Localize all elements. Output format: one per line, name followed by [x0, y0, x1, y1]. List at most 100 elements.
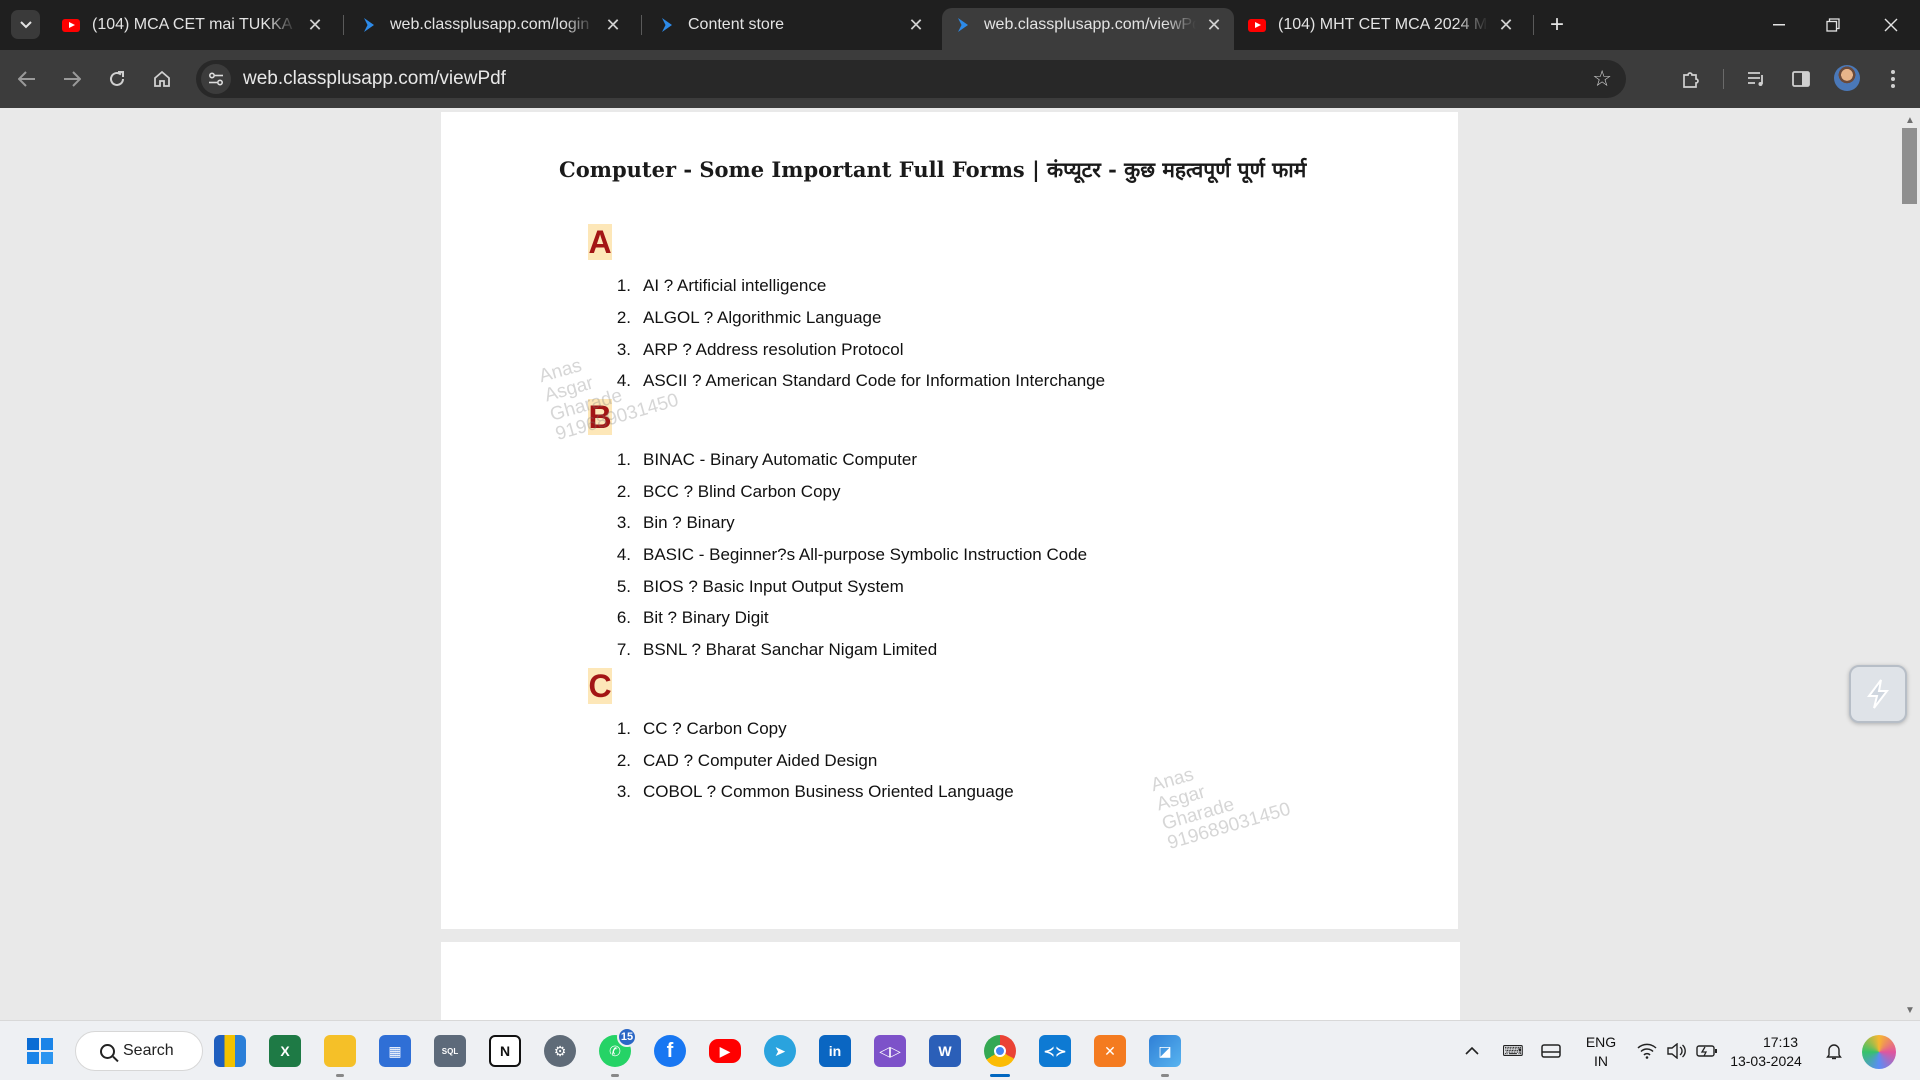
notifications-icon[interactable] — [1822, 1021, 1846, 1080]
display-icon[interactable] — [1539, 1021, 1563, 1080]
tab-youtube-mht-cet[interactable]: (104) MHT CET MCA 2024 MASTER ✕ — [1236, 8, 1526, 42]
site-info-button[interactable] — [201, 64, 231, 94]
volume-icon[interactable] — [1664, 1021, 1688, 1080]
puzzle-icon — [1683, 72, 1699, 88]
list-item: 1. BINAC - Binary Automatic Computer — [616, 450, 917, 469]
home-button[interactable] — [146, 63, 178, 95]
language-indicator[interactable]: ENG IN — [1580, 1033, 1622, 1071]
bookmark-star-icon[interactable]: ☆ — [1592, 67, 1612, 91]
start-button[interactable] — [24, 1035, 56, 1067]
tab-divider — [641, 15, 642, 35]
menu-button[interactable] — [1877, 63, 1909, 95]
notification-bell-icon — [1826, 1044, 1842, 1060]
home-icon — [154, 70, 170, 87]
whatsapp-app-icon[interactable]: ✆ 15 — [599, 1027, 637, 1077]
file-explorer-icon[interactable] — [324, 1035, 356, 1077]
list-item: 4. ASCII ? American Standard Code for Inf… — [616, 371, 1106, 390]
list-item-text: BIOS ? Basic Input Output System — [643, 577, 904, 596]
list-item-text: AI ? Artificial intelligence — [643, 276, 827, 295]
list-item: 2. CAD ? Computer Aided Design — [616, 751, 878, 770]
minimize-button[interactable] — [1756, 0, 1802, 50]
plus-icon: + — [1549, 11, 1564, 38]
excel-app-icon[interactable]: X — [269, 1035, 301, 1067]
list-item: 7. BSNL ? Bharat Sanchar Nigam Limited — [616, 640, 938, 659]
settings-gear-icon[interactable]: ⚙ — [544, 1035, 576, 1067]
pdf-page: Computer - Some Important Full Forms | क… — [441, 112, 1458, 929]
url-text[interactable]: web.classplusapp.com/viewPdf — [243, 68, 506, 90]
tab-title: (104) MHT CET MCA 2024 MASTER — [1278, 16, 1488, 33]
classplus-icon — [658, 16, 676, 34]
xampp-app-icon[interactable]: ✕ — [1094, 1035, 1126, 1067]
tab-divider — [1533, 15, 1534, 35]
playlist-icon — [1748, 72, 1763, 86]
floating-action-button[interactable] — [1849, 665, 1907, 723]
wifi-icon[interactable] — [1635, 1021, 1659, 1080]
linkedin-app-icon[interactable]: in — [819, 1035, 851, 1067]
microsoft-store-icon[interactable]: ▦ — [379, 1035, 411, 1067]
clock[interactable]: 17:13 13-03-2024 — [1728, 1033, 1804, 1071]
list-item-text: Bin ? Binary — [643, 513, 735, 532]
scroll-up-arrow[interactable]: ▲ — [1904, 114, 1916, 126]
address-bar[interactable]: web.classplusapp.com/viewPdf ☆ — [196, 60, 1626, 98]
pdf-viewer[interactable]: Computer - Some Important Full Forms | क… — [0, 108, 1920, 1020]
classplus-icon — [360, 16, 378, 34]
battery-icon[interactable] — [1694, 1021, 1720, 1080]
restore-button[interactable] — [1810, 0, 1856, 50]
tab-content-store[interactable]: Content store ✕ — [646, 8, 936, 42]
section-letter: A — [588, 224, 612, 260]
back-button[interactable] — [11, 63, 43, 95]
side-panel-button[interactable] — [1785, 63, 1817, 95]
lightning-icon — [1867, 679, 1890, 709]
paint-app-icon[interactable]: ◪ — [1149, 1035, 1181, 1077]
word-app-icon[interactable]: W — [929, 1035, 961, 1067]
close-tab-icon[interactable]: ✕ — [1496, 15, 1516, 35]
scroll-down-arrow[interactable]: ▼ — [1904, 1004, 1916, 1016]
side-panel-icon — [1792, 71, 1810, 87]
display-glyph-icon — [1541, 1044, 1561, 1058]
tab-classplus-login[interactable]: web.classplusapp.com/login ✕ — [348, 8, 633, 42]
list-item: 5. BIOS ? Basic Input Output System — [616, 577, 904, 596]
tab-search-button[interactable] — [11, 10, 40, 39]
close-window-button[interactable] — [1868, 0, 1914, 50]
list-item-text: ASCII ? American Standard Code for Infor… — [643, 371, 1106, 390]
language-code: ENG — [1585, 1034, 1617, 1050]
tab-title: Content store — [688, 16, 785, 33]
reload-button[interactable] — [101, 63, 133, 95]
list-item-text: BSNL ? Bharat Sanchar Nigam Limited — [643, 640, 938, 659]
forward-button[interactable] — [56, 63, 88, 95]
list-item: 2. BCC ? Blind Carbon Copy — [616, 482, 841, 501]
power-bi-app-icon[interactable] — [214, 1035, 246, 1067]
sql-app-icon[interactable]: SQL — [434, 1035, 466, 1067]
notion-app-icon[interactable]: N — [489, 1035, 521, 1067]
list-item-text: COBOL ? Common Business Oriented Languag… — [643, 782, 1014, 801]
list-item-text: CC ? Carbon Copy — [643, 719, 787, 738]
close-tab-icon[interactable]: ✕ — [603, 15, 623, 35]
close-tab-icon[interactable]: ✕ — [305, 15, 325, 35]
profile-avatar[interactable] — [1834, 65, 1860, 91]
taskbar-search[interactable]: Search — [75, 1031, 203, 1071]
chrome-app-icon[interactable] — [984, 1035, 1016, 1077]
restore-icon — [1826, 18, 1840, 32]
scrollbar-thumb[interactable] — [1902, 128, 1917, 204]
copilot-icon[interactable] — [1862, 1035, 1896, 1069]
notification-badge: 15 — [617, 1027, 637, 1047]
close-tab-icon[interactable]: ✕ — [906, 15, 926, 35]
list-item: 6. Bit ? Binary Digit — [616, 608, 769, 627]
facebook-app-icon[interactable]: f — [654, 1035, 686, 1067]
visual-studio-icon[interactable]: ◁▷ — [874, 1035, 906, 1067]
clock-time: 17:13 — [1762, 1034, 1798, 1050]
youtube-app-icon[interactable]: ▶ — [709, 1039, 741, 1063]
new-tab-button[interactable]: + — [1542, 10, 1572, 40]
list-item-text: BINAC - Binary Automatic Computer — [643, 450, 917, 469]
keyboard-icon[interactable]: ⌨ — [1501, 1021, 1525, 1080]
telegram-app-icon[interactable]: ➤ — [764, 1035, 796, 1067]
tab-divider — [343, 15, 344, 35]
show-hidden-icons-button[interactable] — [1462, 1021, 1482, 1080]
extensions-button[interactable] — [1675, 63, 1707, 95]
media-control-button[interactable] — [1741, 63, 1773, 95]
list-item-text: CAD ? Computer Aided Design — [643, 751, 878, 770]
tab-youtube-mca-cet[interactable]: (104) MCA CET mai TUKKA Kaise ✕ — [50, 8, 335, 42]
tab-classplus-viewpdf[interactable]: web.classplusapp.com/viewPdf ✕ — [942, 8, 1234, 50]
vscode-app-icon[interactable]: ≺≻ — [1039, 1035, 1071, 1067]
close-tab-icon[interactable]: ✕ — [1204, 15, 1224, 35]
